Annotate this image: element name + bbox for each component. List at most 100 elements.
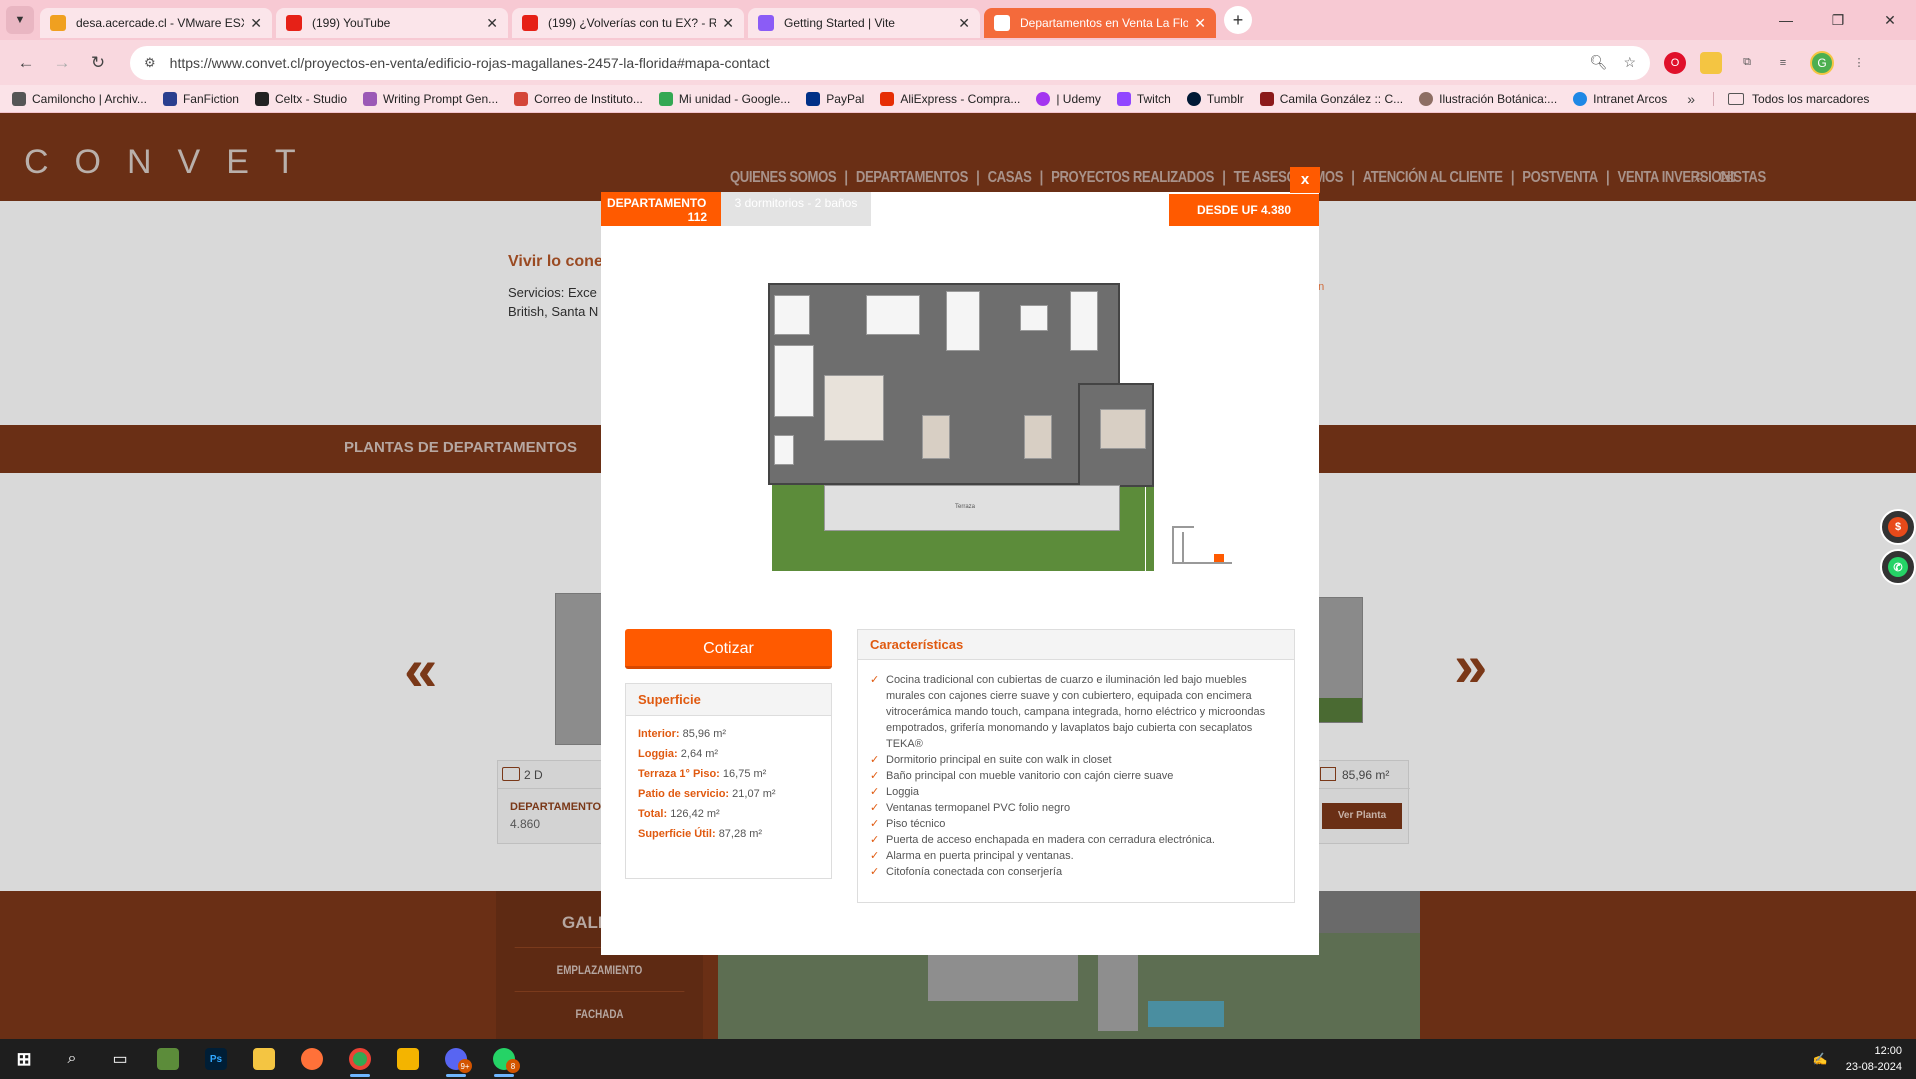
start-icon[interactable]: ⊞	[0, 1039, 48, 1079]
bookmark-label: Celtx - Studio	[274, 91, 347, 106]
keyplan-line	[1172, 562, 1232, 564]
address-bar-row: ← → ↻ ⚙ https://www.convet.cl/proyectos-…	[0, 40, 1916, 85]
close-window-icon[interactable]: ✕	[1864, 12, 1916, 29]
bookmark-item[interactable]: Twitch	[1116, 91, 1171, 106]
task-view-icon[interactable]: ▭	[96, 1039, 144, 1079]
bookmark-label: Mi unidad - Google...	[678, 91, 791, 106]
clock[interactable]: 12:00 23-08-2024	[1846, 1043, 1902, 1075]
vmware-favicon-icon	[50, 15, 66, 31]
restore-icon[interactable]: ❐	[1812, 12, 1864, 29]
pen-icon[interactable]: ✍	[1813, 1052, 1828, 1066]
all-bookmarks-button[interactable]: Todos los marcadores	[1713, 91, 1870, 106]
close-tab-icon[interactable]: ✕	[486, 15, 498, 32]
bookmark-icon	[1419, 91, 1434, 106]
modal-tab-label: DEPARTAMENTO	[607, 196, 707, 210]
bookmark-item[interactable]: Camiloncho | Archiv...	[12, 91, 147, 106]
bookmark-label: Intranet Arcos	[1593, 91, 1668, 106]
browser-tab[interactable]: Getting Started | Vite ✕	[748, 8, 980, 38]
site-info-icon[interactable]: ⚙	[144, 55, 156, 71]
file-explorer-icon[interactable]	[240, 1039, 288, 1079]
close-tab-icon[interactable]: ✕	[722, 15, 734, 32]
floorplan-room	[1020, 305, 1048, 331]
tab-title: (199) ¿Volverías con tu EX? - Re	[548, 16, 717, 30]
chrome-icon[interactable]	[336, 1039, 384, 1079]
bookmark-item[interactable]: AliExpress - Compra...	[880, 91, 1021, 106]
floorplan-modal: DEPARTAMENTO 112 3 dormitorios - 2 baños…	[601, 192, 1319, 955]
app-icon[interactable]	[384, 1039, 432, 1079]
minecraft-icon[interactable]	[144, 1039, 192, 1079]
bookmark-item[interactable]: Writing Prompt Gen...	[363, 91, 498, 106]
page-viewport: CONVET QUIENES SOMOS | DEPARTAMENTOS | CAS…	[0, 113, 1916, 1039]
bookmark-item[interactable]: | Udemy	[1036, 91, 1101, 106]
bookmark-item[interactable]: Correo de Instituto...	[514, 91, 643, 106]
app-logo-icon	[397, 1048, 419, 1070]
superficie-label: Patio de servicio:	[638, 788, 730, 800]
superficie-label: Total:	[638, 808, 668, 820]
superficie-row: Interior: 85,96 m²	[638, 728, 726, 740]
bookmark-label: Camila González :: C...	[1279, 91, 1404, 106]
bookmark-icon	[12, 91, 26, 106]
modal-tab-rooms[interactable]: 3 dormitorios - 2 baños	[721, 192, 871, 226]
caracteristicas-title: Características	[858, 630, 1294, 660]
back-icon[interactable]: ←	[12, 53, 40, 73]
discord-icon[interactable]: 9+	[432, 1039, 480, 1079]
whatsapp-icon[interactable]: 8	[480, 1039, 528, 1079]
search-icon[interactable]: ⌕	[48, 1039, 96, 1079]
cotizar-button[interactable]: Cotizar	[625, 629, 832, 669]
browser-tab-bar: ▼ desa.acercade.cl - VMware ESXi ✕ (199) …	[0, 0, 1916, 40]
browser-tab[interactable]: desa.acercade.cl - VMware ESXi ✕	[40, 8, 272, 38]
menu-icon[interactable]: ⋮	[1848, 52, 1870, 74]
tab-search-button[interactable]: ▼	[6, 6, 34, 34]
bookmark-item[interactable]: Celtx - Studio	[254, 91, 347, 106]
list-item: Piso técnico	[870, 816, 1284, 832]
minimize-icon[interactable]: —	[1760, 12, 1812, 28]
modal-close-button[interactable]: x	[1290, 167, 1320, 193]
floorplan-room	[1070, 291, 1098, 351]
clock-date: 23-08-2024	[1845, 1061, 1902, 1073]
zoom-icon[interactable]: 🔍︎	[1590, 54, 1608, 71]
bookmark-icon	[1573, 91, 1588, 106]
extension-icon[interactable]	[1700, 51, 1722, 74]
photoshop-icon[interactable]: Ps	[192, 1039, 240, 1079]
modal-tab-departamento[interactable]: DEPARTAMENTO 112	[601, 192, 721, 226]
bookmark-item[interactable]: Intranet Arcos	[1573, 91, 1668, 106]
firefox-icon[interactable]	[288, 1039, 336, 1079]
list-item: Baño principal con mueble vanitorio con …	[870, 768, 1284, 784]
close-tab-icon[interactable]: ✕	[958, 15, 970, 32]
close-tab-icon[interactable]: ✕	[250, 15, 262, 32]
windows-logo-icon: ⊞	[16, 1048, 32, 1069]
bookmark-label: | Udemy	[1056, 91, 1101, 106]
bookmark-item[interactable]: Camila González :: C...	[1259, 91, 1404, 106]
more-bookmarks-icon[interactable]: »	[1687, 91, 1695, 107]
all-bookmarks-label: Todos los marcadores	[1752, 91, 1870, 106]
bookmark-item[interactable]: PayPal	[806, 91, 864, 106]
new-tab-button[interactable]: +	[1224, 6, 1252, 34]
opera-extension-icon[interactable]: O	[1664, 51, 1686, 74]
taskbar: ⊞ ⌕ ▭ Ps 9+ 8 ✍ 12:00 23-08-2024	[0, 1039, 1916, 1079]
bookmark-star-icon[interactable]: ☆	[1623, 54, 1636, 71]
bookmark-item[interactable]: Ilustración Botánica:...	[1419, 91, 1557, 106]
floorplan-room	[922, 415, 950, 459]
browser-tab[interactable]: (199) YouTube ✕	[276, 8, 508, 38]
bookmark-icon	[162, 91, 177, 106]
browser-tab-active[interactable]: Departamentos en Venta La Flo ✕	[984, 8, 1216, 38]
omnibox[interactable]: ⚙ https://www.convet.cl/proyectos-en-ven…	[130, 45, 1650, 80]
puzzle-extensions-icon[interactable]: ⧉	[1736, 52, 1758, 74]
profile-avatar[interactable]: G	[1810, 50, 1834, 75]
bookmark-item[interactable]: Tumblr	[1186, 91, 1244, 106]
bookmark-icon	[806, 91, 821, 106]
bookmark-icon	[1116, 91, 1131, 106]
close-tab-icon[interactable]: ✕	[1194, 15, 1206, 32]
bookmark-item[interactable]: FanFiction	[162, 91, 239, 106]
browser-tab[interactable]: (199) ¿Volverías con tu EX? - Re ✕	[512, 8, 744, 38]
reload-icon[interactable]: ↻	[84, 53, 112, 73]
caracteristicas-list: Cocina tradicional con cubiertas de cuar…	[858, 660, 1294, 880]
floorplan-terrace: Terraza	[824, 485, 1120, 531]
forward-icon[interactable]: →	[48, 53, 76, 73]
url-text[interactable]: https://www.convet.cl/proyectos-en-venta…	[170, 55, 1574, 71]
bookmark-label: AliExpress - Compra...	[900, 91, 1021, 106]
superficie-value: 21,07 m²	[732, 788, 776, 800]
list-item: Cocina tradicional con cubiertas de cuar…	[870, 672, 1284, 752]
bookmark-item[interactable]: Mi unidad - Google...	[658, 91, 791, 106]
media-control-icon[interactable]: ≡	[1772, 52, 1794, 74]
